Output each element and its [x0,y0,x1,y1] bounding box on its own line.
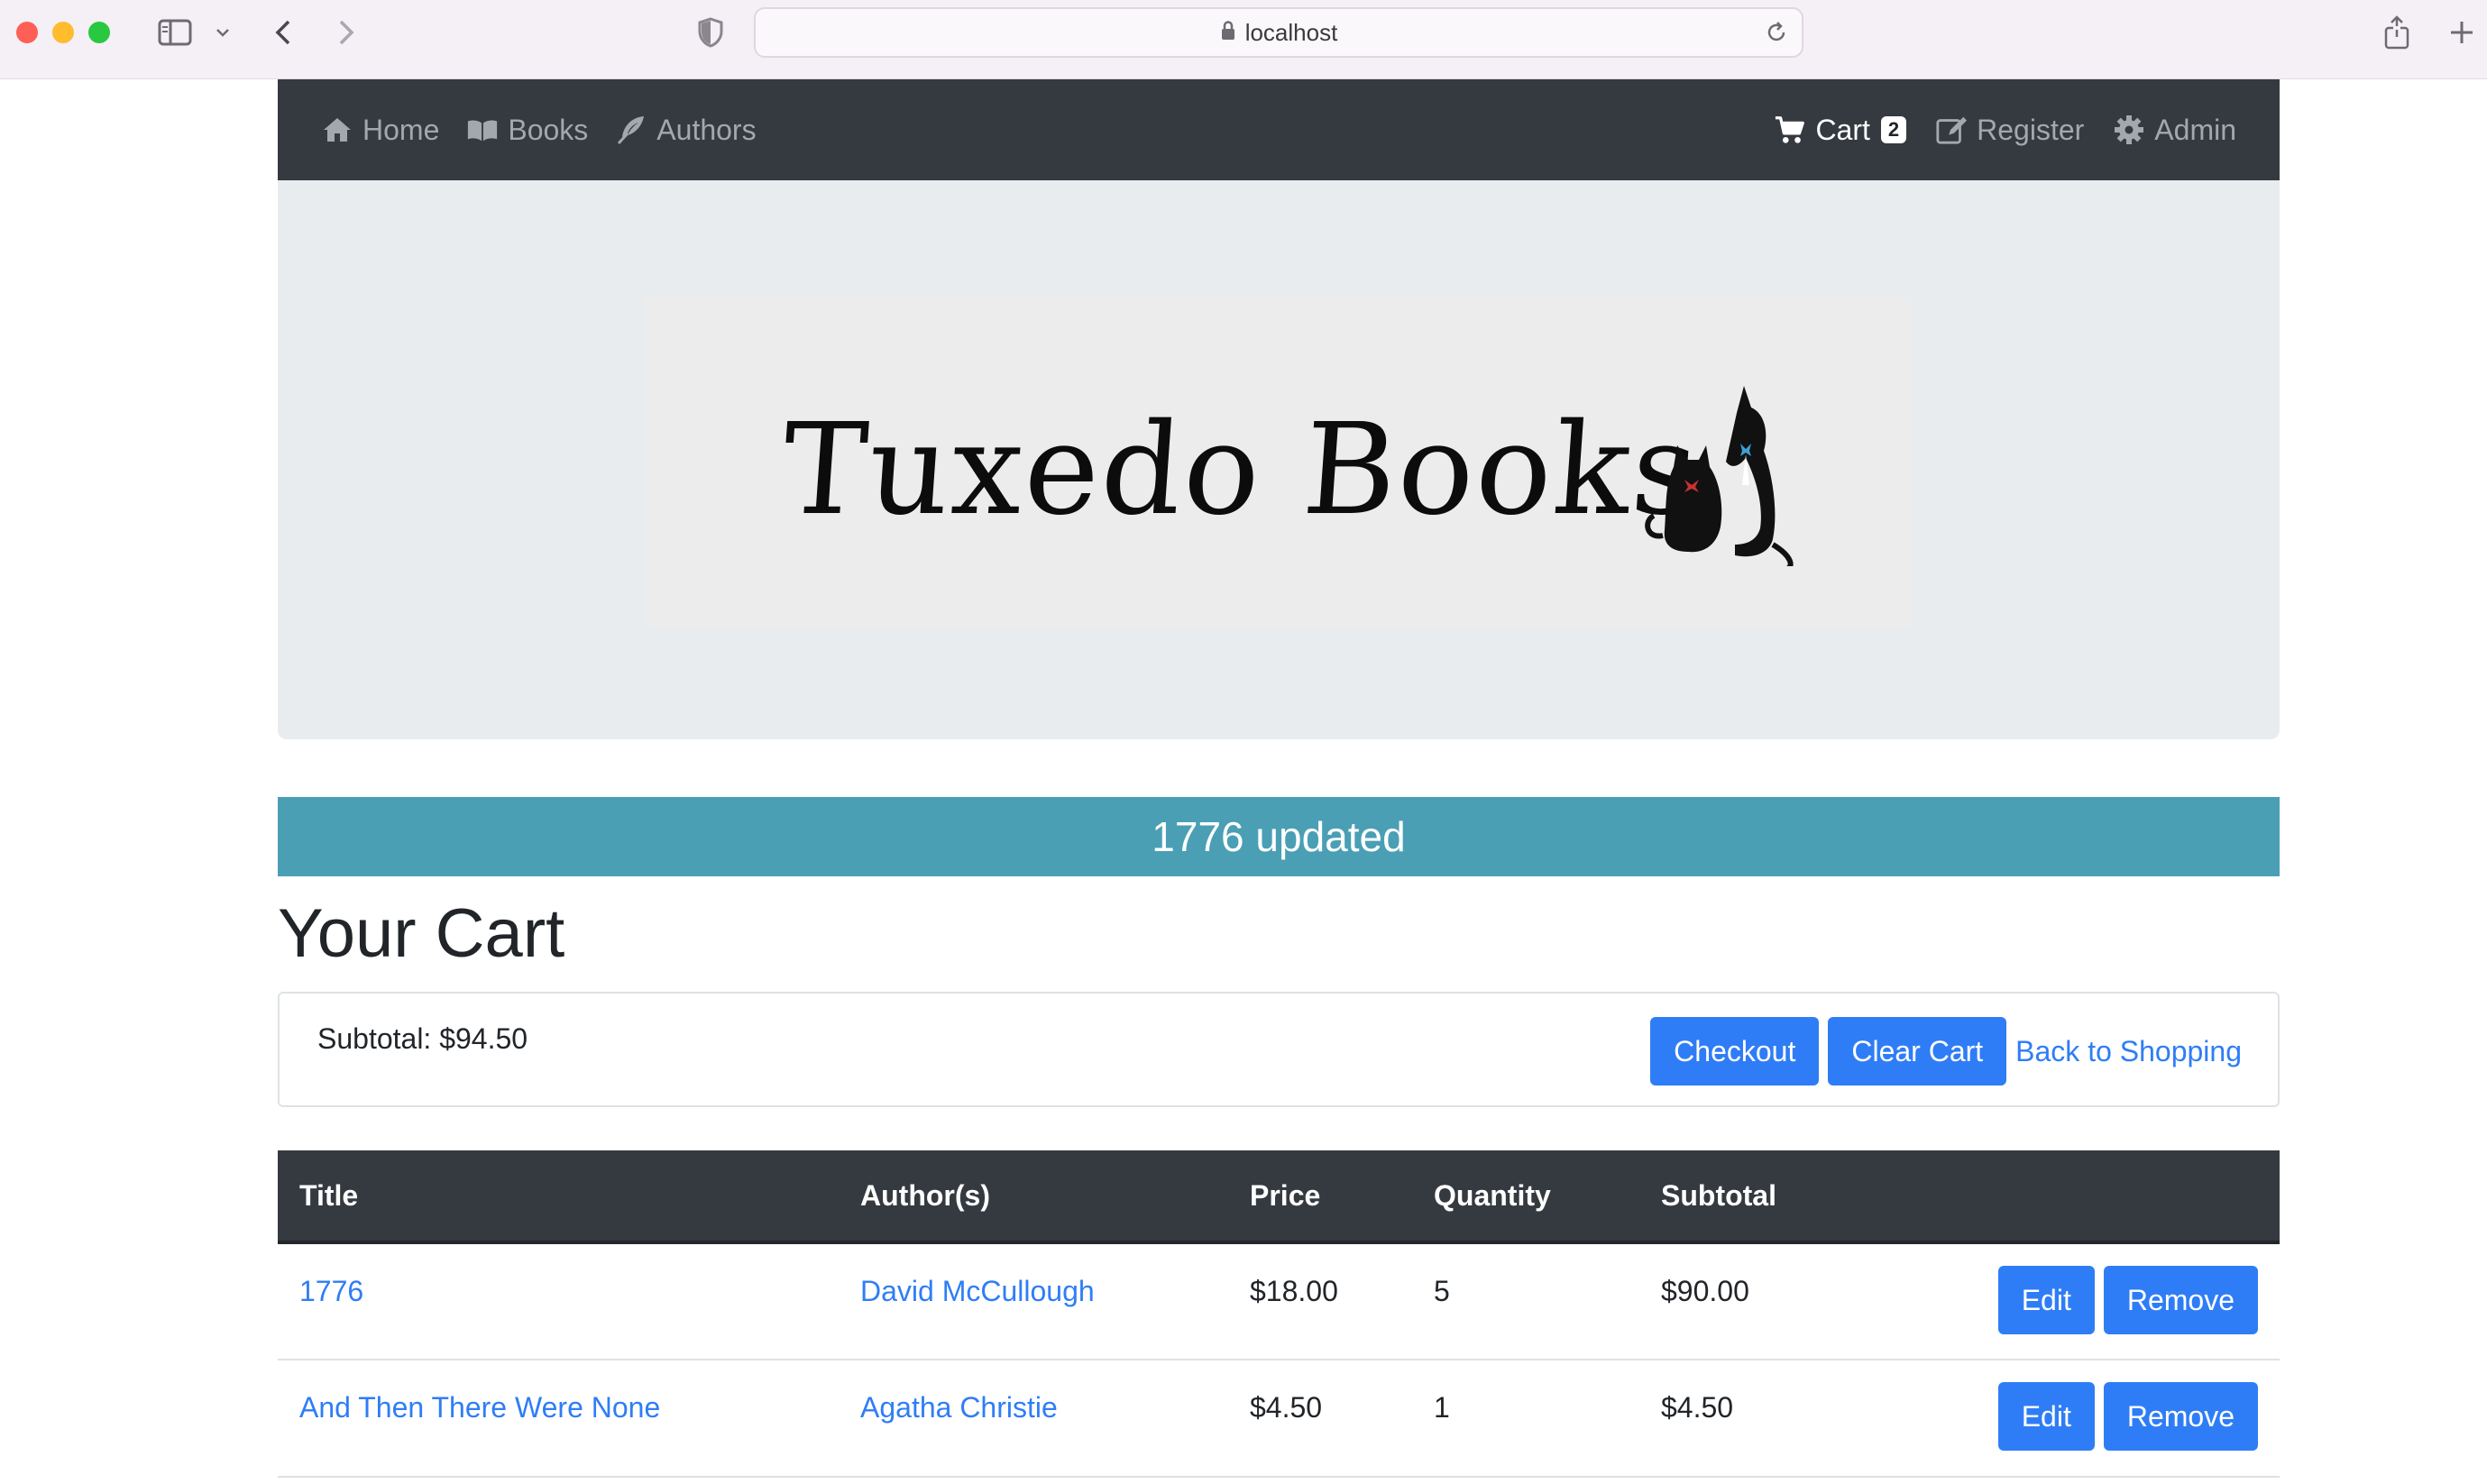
cart-summary-card: Subtotal: $94.50 Checkout Clear Cart Bac… [278,992,2280,1107]
book-title-link[interactable]: And Then There Were None [299,1391,660,1424]
price-cell: $18.00 [1228,1242,1412,1360]
author-link[interactable]: David McCullough [860,1275,1095,1307]
close-window-button[interactable] [16,22,38,43]
column-header-actions [1928,1150,2280,1244]
nav-authors-label: Authors [656,113,757,146]
minimize-window-button[interactable] [52,22,74,43]
privacy-shield-icon[interactable] [693,13,729,52]
author-link[interactable]: Agatha Christie [860,1391,1058,1424]
chevron-down-icon[interactable] [209,13,236,52]
share-icon[interactable] [2377,13,2417,52]
table-row: And Then There Were None Agatha Christie… [278,1360,2280,1478]
column-header-authors: Author(s) [839,1150,1228,1244]
shopping-cart-icon [1774,114,1806,146]
column-header-title: Title [278,1150,839,1244]
quantity-cell: 5 [1412,1242,1639,1360]
back-arrow-icon[interactable] [267,13,299,52]
remove-button[interactable]: Remove [2103,1382,2258,1451]
header-banner: Tuxedo Books [278,180,2280,739]
table-row: 1776 David McCullough $18.00 5 $90.00 Ed… [278,1242,2280,1360]
nav-cart-label: Cart [1815,113,1870,146]
edit-button[interactable]: Edit [1997,1266,2095,1334]
nav-books[interactable]: Books [466,114,588,147]
edit-button[interactable]: Edit [1997,1382,2095,1451]
forward-arrow-icon[interactable] [330,13,362,52]
clear-cart-button[interactable]: Clear Cart [1828,1017,2007,1086]
tuxedo-cats-icon [1645,386,1794,566]
remove-button[interactable]: Remove [2103,1266,2258,1334]
nav-register-label: Register [1977,113,2085,146]
feather-icon [615,114,647,146]
nav-authors[interactable]: Authors [615,113,757,147]
address-url: localhost [1244,18,1338,46]
alert-message: 1776 updated [1152,813,1406,860]
home-icon [321,114,353,146]
gear-icon [2113,114,2145,146]
nav-home[interactable]: Home [321,114,439,147]
subtotal-cell: $4.50 [1639,1360,1928,1478]
site-navbar: Home Books Authors Cart 2 Register Admin [278,79,2280,180]
browser-toolbar: localhost [0,0,2487,79]
nav-admin-label: Admin [2154,113,2236,146]
page-title: Your Cart [278,895,565,972]
back-to-shopping-link[interactable]: Back to Shopping [2015,1035,2242,1068]
cart-table: Title Author(s) Price Quantity Subtotal … [278,1150,2280,1478]
nav-home-label: Home [362,113,440,146]
sidebar-toggle-icon[interactable] [155,13,195,52]
column-header-subtotal: Subtotal [1639,1150,1928,1244]
store-logo[interactable]: Tuxedo Books [646,296,1912,627]
checkout-button[interactable]: Checkout [1650,1017,1820,1086]
nav-admin[interactable]: Admin [2113,114,2236,147]
cart-count-badge: 2 [1880,116,1907,143]
logo-text: Tuxedo Books [777,397,1704,544]
cart-updated-alert: 1776 updated [278,797,2280,876]
column-header-price: Price [1228,1150,1412,1244]
address-bar[interactable]: localhost [754,7,1803,58]
nav-books-label: Books [508,113,589,146]
subtotal-cell: $90.00 [1639,1242,1928,1360]
lock-icon [1220,19,1236,47]
cart-subtotal: Subtotal: $94.50 [317,1022,528,1055]
price-cell: $4.50 [1228,1360,1412,1478]
maximize-window-button[interactable] [88,22,110,43]
book-open-icon [466,114,499,146]
nav-cart[interactable]: Cart 2 [1774,113,1907,147]
edit-icon [1935,114,1968,146]
reload-icon[interactable] [1764,20,1789,50]
nav-register[interactable]: Register [1935,114,2084,147]
table-header-row: Title Author(s) Price Quantity Subtotal [278,1150,2280,1244]
new-tab-icon[interactable] [2444,13,2480,52]
book-title-link[interactable]: 1776 [299,1275,363,1307]
quantity-cell: 1 [1412,1360,1639,1478]
column-header-quantity: Quantity [1412,1150,1639,1244]
